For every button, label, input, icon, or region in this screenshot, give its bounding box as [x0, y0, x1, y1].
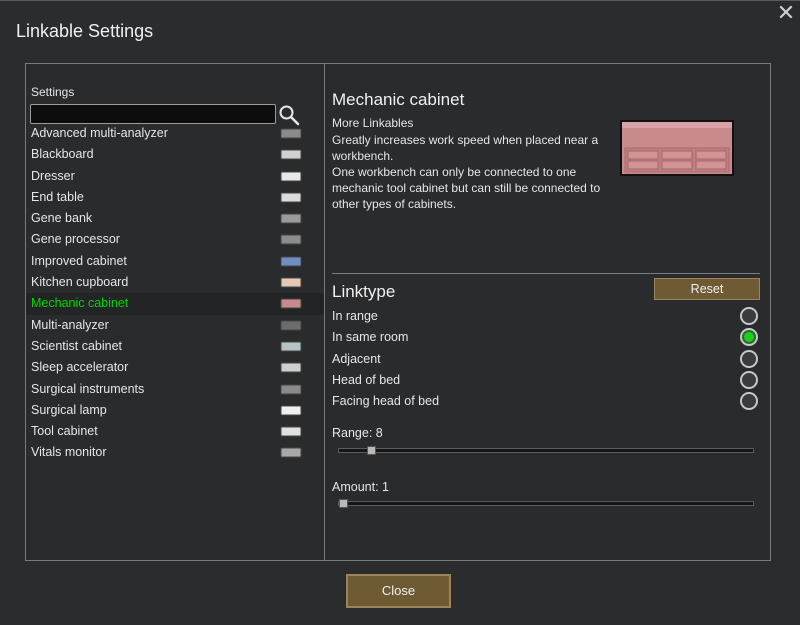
list-item-label: Improved cabinet: [31, 253, 127, 268]
list-item-label: Surgical instruments: [31, 381, 145, 396]
linktype-option-label: Adjacent: [332, 351, 381, 366]
linkable-settings-dialog: Linkable Settings ✕ Settings Advanced mu…: [0, 0, 800, 625]
description-line: One workbench can only be connected to o…: [332, 165, 601, 211]
list-item-label: Tool cabinet: [31, 424, 98, 439]
range-label: Range: 8: [332, 426, 383, 440]
list-item[interactable]: Tool cabinet: [26, 421, 324, 442]
list-item[interactable]: Surgical instruments: [26, 379, 324, 400]
list-item-label: Kitchen cupboard: [31, 275, 129, 290]
details-pane: Mechanic cabinet More Linkables Greatly …: [326, 64, 770, 560]
reset-button[interactable]: Reset: [654, 278, 760, 300]
list-item[interactable]: Blackboard: [26, 144, 324, 165]
settings-panel: Settings Advanced multi-analyzer Blackboa…: [25, 63, 771, 561]
amount-slider[interactable]: [338, 499, 754, 508]
item-thumbnail-icon: [280, 296, 302, 311]
item-thumbnail-icon: [280, 360, 302, 375]
item-thumbnail-icon: [280, 445, 302, 460]
linktype-title: Linktype: [332, 282, 396, 301]
list-item[interactable]: Kitchen cupboard: [26, 272, 324, 293]
linktype-option-label: In same room: [332, 330, 409, 345]
linktype-option-label: Facing head of bed: [332, 394, 440, 409]
search-input[interactable]: [30, 104, 276, 124]
section-divider: [332, 273, 760, 274]
list-item-label: Multi-analyzer: [31, 317, 109, 332]
list-item[interactable]: Vitals monitor: [26, 442, 324, 463]
vertical-divider: [324, 64, 325, 560]
list-item-label: Vitals monitor: [31, 445, 107, 460]
list-item-label: Surgical lamp: [31, 402, 107, 417]
list-item[interactable]: Gene bank: [26, 208, 324, 229]
linktype-radio[interactable]: [740, 307, 758, 325]
item-title: Mechanic cabinet: [332, 90, 465, 109]
list-item[interactable]: Mechanic cabinet: [26, 293, 324, 315]
list-item-label: Gene processor: [31, 232, 120, 247]
item-thumbnail-icon: [280, 147, 302, 162]
list-item[interactable]: Scientist cabinet: [26, 336, 324, 357]
dialog-title: Linkable Settings: [16, 21, 154, 41]
more-linkables-link[interactable]: More Linkables: [332, 116, 413, 130]
range-slider[interactable]: [338, 446, 754, 455]
item-thumbnail-icon: [280, 382, 302, 397]
list-item[interactable]: Sleep accelerator: [26, 357, 324, 378]
linkable-list: Advanced multi-analyzer Blackboard Dresser…: [26, 123, 324, 464]
list-item-label: Scientist cabinet: [31, 338, 123, 353]
item-thumbnail-icon: [280, 403, 302, 418]
item-thumbnail-icon: [280, 126, 302, 141]
list-item[interactable]: Gene processor: [26, 229, 324, 250]
item-description: Greatly increases work speed when placed…: [332, 132, 620, 212]
item-thumbnail-icon: [280, 190, 302, 205]
linktype-option-label: Head of bed: [332, 372, 401, 387]
list-item-label: Advanced multi-analyzer: [31, 126, 168, 140]
list-item[interactable]: Surgical lamp: [26, 400, 324, 421]
amount-slider-handle[interactable]: [339, 499, 348, 508]
list-item[interactable]: Improved cabinet: [26, 251, 324, 272]
close-icon[interactable]: ✕: [776, 2, 796, 24]
item-thumbnail-icon: [280, 211, 302, 226]
linktype-option-label: In range: [332, 309, 378, 323]
item-thumbnail-icon: [280, 169, 302, 184]
list-item-label: Mechanic cabinet: [31, 296, 129, 311]
list-item[interactable]: Advanced multi-analyzer: [26, 123, 324, 144]
list-item[interactable]: End table: [26, 187, 324, 208]
linktype-radio[interactable]: [740, 392, 758, 411]
item-thumbnail-icon: [280, 232, 302, 247]
item-thumbnail-icon: [280, 318, 302, 333]
item-thumbnail-icon: [280, 254, 302, 269]
list-item-label: End table: [31, 189, 84, 204]
linktype-radio[interactable]: [740, 370, 758, 389]
item-preview-image: [620, 120, 734, 176]
item-thumbnail-icon: [280, 339, 302, 354]
settings-label: Settings: [31, 85, 75, 99]
item-thumbnail-icon: [280, 275, 302, 290]
item-thumbnail-icon: [280, 424, 302, 439]
linktype-radio[interactable]: [740, 328, 758, 347]
list-item-label: Gene bank: [31, 211, 93, 226]
range-slider-handle[interactable]: [367, 446, 376, 455]
close-button[interactable]: Close: [346, 574, 451, 608]
list-item-label: Sleep accelerator: [31, 360, 129, 375]
description-line: Greatly increases work speed when placed…: [332, 133, 599, 163]
list-item-label: Dresser: [31, 168, 75, 183]
linktype-radio[interactable]: [740, 349, 758, 368]
list-item[interactable]: Multi-analyzer: [26, 315, 324, 336]
list-item-label: Blackboard: [31, 147, 94, 162]
list-item[interactable]: Dresser: [26, 166, 324, 187]
amount-label: Amount: 1: [332, 480, 389, 494]
